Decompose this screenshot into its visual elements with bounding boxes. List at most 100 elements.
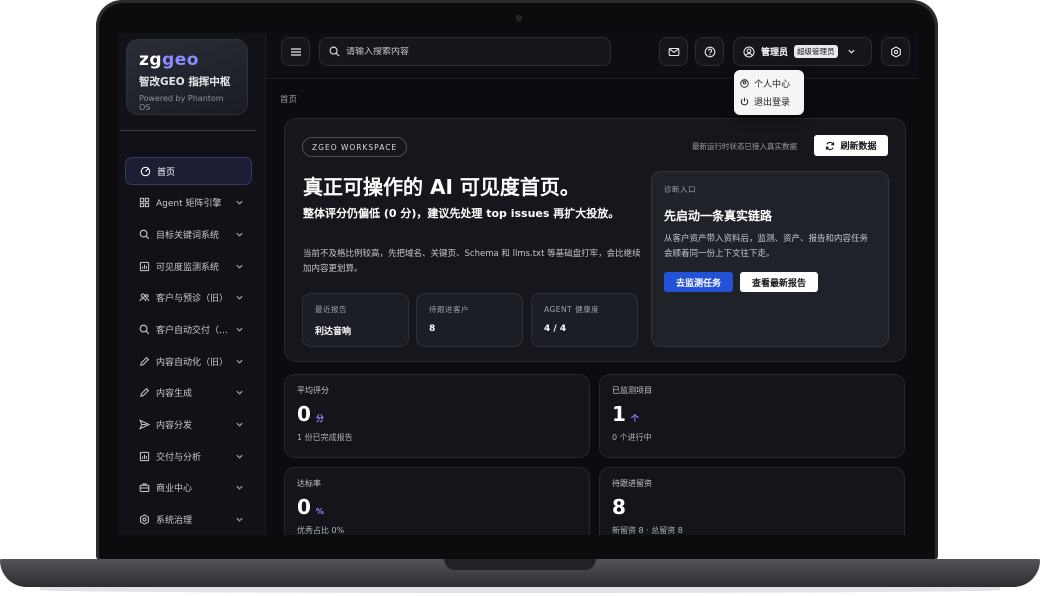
sidebar-item-6[interactable]: 内容自动化（旧） bbox=[125, 347, 252, 375]
stat-card-avg-score[interactable]: 平均评分 0分 1 份已完成报告 bbox=[284, 374, 590, 458]
stat-label: 达标率 bbox=[297, 479, 321, 488]
chevron-down-icon bbox=[235, 483, 244, 492]
topbar: 管理员 超级管理员 bbox=[266, 33, 918, 79]
sidebar-item-8[interactable]: 内容分发 bbox=[125, 411, 252, 439]
mini-card-agent-health[interactable]: AGENT 健康度 4 / 4 bbox=[531, 293, 638, 347]
menu-toggle-button[interactable] bbox=[281, 37, 310, 66]
sidebar-item-label: 内容自动化（旧） bbox=[156, 357, 229, 368]
stat-note: 优秀占比 0% bbox=[297, 526, 345, 535]
brand-subtitle: Powered by Phantom OS bbox=[139, 94, 224, 112]
laptop-notch bbox=[444, 559, 596, 570]
sidebar-nav: 首页 Agent 矩阵引擎 目标关键词系统可见度监测系统 客户与预诊（旧） 客户自动交付… bbox=[125, 157, 252, 535]
refresh-button[interactable]: 刷新数据 bbox=[814, 135, 888, 156]
stat-value: 0% bbox=[297, 495, 324, 519]
stat-card-pending-leads[interactable]: 待跟进留资 8 新留资 8 · 总留资 8 bbox=[599, 467, 905, 535]
power-icon bbox=[740, 97, 749, 105]
sidebar-item-3[interactable]: 可见度监测系统 bbox=[125, 252, 252, 280]
chevron-down-icon bbox=[235, 230, 244, 239]
sidebar-item-11[interactable]: 系统治理 bbox=[125, 506, 252, 534]
stat-label: 待跟进留资 bbox=[612, 479, 652, 488]
hero-subtitle: 整体评分仍偏低 (0 分)，建议先处理 top issues 再扩大投放。 bbox=[303, 207, 620, 220]
refresh-label: 刷新数据 bbox=[840, 142, 877, 152]
stat-label: 平均评分 bbox=[297, 386, 329, 395]
user-name: 管理员 bbox=[761, 48, 789, 58]
stat-value: 1个 bbox=[612, 402, 639, 426]
sidebar-item-5[interactable]: 客户自动交付（… bbox=[125, 315, 252, 343]
sidebar-item-9[interactable]: 交付与分析 bbox=[125, 442, 252, 470]
mini-card-pending-clients[interactable]: 待跟进客户 8 bbox=[416, 293, 523, 347]
camera bbox=[516, 15, 522, 21]
diagnosis-panel: 诊断入口 先启动一条真实链路 从客户资产带入资料后，监测、资产、报告和内容任务会… bbox=[651, 171, 889, 347]
profile-label: 个人中心 bbox=[754, 79, 791, 90]
sidebar-item-label: 客户与预诊（旧） bbox=[156, 294, 229, 305]
sidebar-item-label: 客户自动交付（… bbox=[156, 325, 229, 336]
chart-icon bbox=[139, 261, 150, 272]
mail-button[interactable] bbox=[659, 37, 688, 66]
search-input[interactable] bbox=[346, 46, 586, 57]
role-badge: 超级管理员 bbox=[794, 45, 838, 58]
main-content: 首页 ZGEO WORKSPACE 最新运行时状态已接入真实数据 刷新数据 真正… bbox=[266, 79, 918, 535]
sidebar-item-label: 内容分发 bbox=[156, 421, 193, 431]
mini-card-latest-report[interactable]: 最近报告 利达音响 bbox=[302, 293, 409, 347]
pen-icon bbox=[139, 356, 150, 367]
search-box[interactable] bbox=[319, 37, 611, 66]
sidebar-item-7[interactable]: 内容生成 bbox=[125, 379, 252, 407]
workspace-pill: ZGEO WORKSPACE bbox=[302, 137, 408, 157]
user-menu-button[interactable]: 管理员 超级管理员 bbox=[733, 37, 872, 66]
stat-value: 8 bbox=[612, 495, 626, 519]
mini-value: 4 / 4 bbox=[544, 324, 567, 334]
profile-menu-item[interactable]: 个人中心 bbox=[740, 74, 798, 92]
gear-icon bbox=[890, 45, 901, 58]
view-latest-report-button[interactable]: 查看最新报告 bbox=[740, 272, 818, 292]
brand-card[interactable]: zggeo 智改GEO 指挥中枢 Powered by Phantom OS bbox=[126, 39, 248, 115]
chevron-down-icon bbox=[235, 262, 244, 271]
stat-card-monitored-projects[interactable]: 已监测项目 1个 0 个进行中 bbox=[599, 374, 905, 458]
pen-icon bbox=[139, 387, 150, 398]
data-status-text: 最新运行时状态已接入真实数据 bbox=[692, 142, 797, 151]
stat-value: 0分 bbox=[297, 402, 324, 426]
chevron-down-icon bbox=[235, 452, 244, 461]
help-icon bbox=[704, 46, 715, 57]
sidebar-divider bbox=[120, 130, 256, 131]
go-monitor-task-button[interactable]: 去监测任务 bbox=[664, 272, 733, 292]
sidebar-item-label: 交付与分析 bbox=[156, 452, 202, 463]
mini-label: AGENT 健康度 bbox=[544, 305, 600, 314]
hamburger-icon bbox=[290, 47, 301, 56]
stat-note: 新留资 8 · 总留资 8 bbox=[612, 526, 683, 535]
settings-button[interactable] bbox=[881, 37, 910, 66]
logout-menu-item[interactable]: 退出登录 bbox=[740, 92, 798, 110]
chevron-down-icon bbox=[847, 49, 855, 54]
hero-card: ZGEO WORKSPACE 最新运行时状态已接入真实数据 刷新数据 真正可操作… bbox=[284, 118, 906, 362]
sidebar-item-1[interactable]: Agent 矩阵引擎 bbox=[125, 189, 252, 217]
sidebar-item-0[interactable]: 首页 bbox=[125, 157, 252, 185]
diagnosis-title: 先启动一条真实链路 bbox=[664, 209, 773, 223]
target-icon bbox=[140, 166, 151, 177]
refresh-icon bbox=[826, 141, 835, 150]
sidebar-item-label: 商业中心 bbox=[156, 484, 193, 495]
mini-label: 最近报告 bbox=[315, 305, 347, 314]
breadcrumb[interactable]: 首页 bbox=[280, 93, 297, 105]
diagnosis-label: 诊断入口 bbox=[664, 185, 696, 194]
sidebar-item-4[interactable]: 客户与预诊（旧） bbox=[125, 284, 252, 312]
search-icon bbox=[139, 229, 150, 240]
sidebar-item-label: 可见度监测系统 bbox=[156, 262, 220, 273]
user-dropdown: 个人中心 退出登录 bbox=[734, 70, 804, 115]
sidebar: zggeo 智改GEO 指挥中枢 Powered by Phantom OS 首… bbox=[118, 33, 266, 535]
sidebar-item-10[interactable]: 商业中心 bbox=[125, 474, 252, 502]
chevron-down-icon bbox=[235, 420, 244, 429]
help-button[interactable] bbox=[695, 37, 724, 66]
chevron-down-icon bbox=[235, 515, 244, 524]
stat-card-pass-rate[interactable]: 达标率 0% 优秀占比 0% bbox=[284, 467, 590, 535]
chevron-down-icon bbox=[235, 388, 244, 397]
screen: zggeo 智改GEO 指挥中枢 Powered by Phantom OS 首… bbox=[118, 33, 918, 535]
diagnosis-description: 从客户资产带入资料后，监测、资产、报告和内容任务会顺着同一份上下文往下走。 bbox=[664, 234, 869, 259]
user-circle-icon bbox=[740, 78, 749, 88]
user-icon bbox=[743, 45, 755, 58]
sidebar-item-label: 系统治理 bbox=[156, 516, 193, 527]
mini-value: 8 bbox=[429, 324, 436, 334]
stat-note: 1 份已完成报告 bbox=[297, 433, 353, 442]
chevron-down-icon bbox=[235, 293, 244, 302]
sidebar-item-label: 内容生成 bbox=[156, 389, 193, 400]
gear-icon bbox=[139, 514, 150, 525]
sidebar-item-2[interactable]: 目标关键词系统 bbox=[125, 220, 252, 248]
